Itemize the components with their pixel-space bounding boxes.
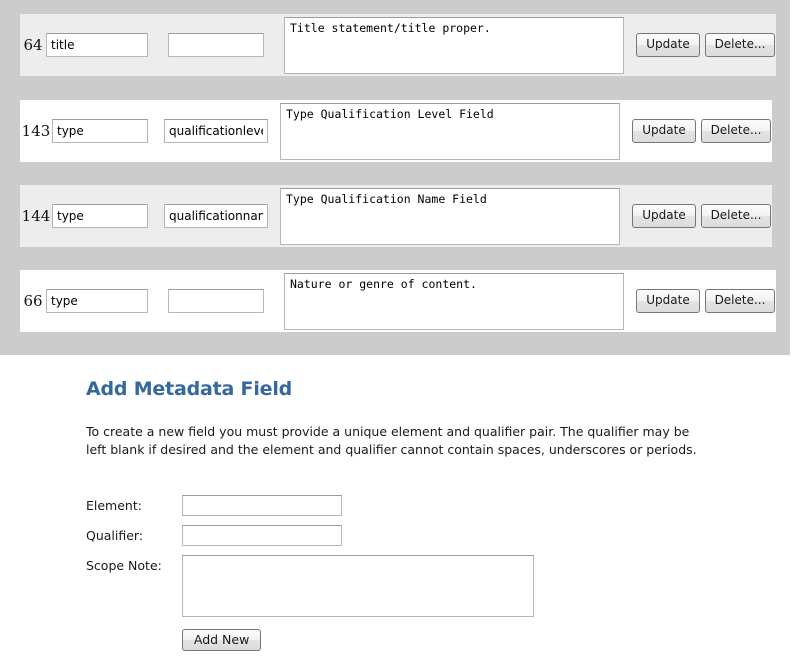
element-cell <box>52 185 164 247</box>
form-row-qualifier: Qualifier: <box>86 525 534 555</box>
add-new-button[interactable]: Add New <box>181 629 262 651</box>
qualifier-cell <box>168 14 284 76</box>
update-button[interactable]: Update <box>636 289 700 313</box>
element-cell <box>46 270 168 332</box>
submit-spacer <box>86 625 182 659</box>
field-id: 143 <box>20 100 52 162</box>
qualifier-input[interactable] <box>168 289 264 313</box>
scope-note-cell: Nature or genre of content. <box>284 270 632 332</box>
scope-note-textarea[interactable]: Type Qualification Name Field <box>280 187 620 245</box>
scope-note-cell: Type Qualification Level Field <box>280 100 628 162</box>
add-metadata-form: Element: Qualifier: Scope Note: Add New <box>86 495 534 659</box>
element-cell <box>46 14 168 76</box>
scope-note-label: Scope Note: <box>86 558 162 573</box>
form-row-submit: Add New <box>86 625 534 659</box>
element-label: Element: <box>86 498 142 513</box>
delete-cell: Delete... <box>700 100 772 162</box>
scope-note-cell: Title statement/title proper. <box>284 14 632 76</box>
table-row: 64 Title statement/title proper. UpdateDel… <box>20 14 776 76</box>
qualifier-cell <box>164 100 280 162</box>
qualifier-input[interactable] <box>181 525 342 546</box>
metadata-registry-band: 64Title statement/title proper.UpdateDel… <box>0 0 790 355</box>
update-cell: Update <box>628 185 700 247</box>
scope-note-textarea[interactable]: Type Qualification Level Field <box>280 102 620 160</box>
qualifier-input[interactable] <box>164 204 268 228</box>
element-cell <box>52 100 164 162</box>
field-id: 64 <box>20 14 46 76</box>
table-row: 143 Type Qualification Level Field UpdateD… <box>20 100 772 162</box>
scope-note-textarea[interactable]: Nature or genre of content. <box>284 272 624 330</box>
qualifier-cell <box>168 270 284 332</box>
qualifier-input[interactable] <box>168 33 264 57</box>
form-row-element: Element: <box>86 495 534 525</box>
element-field-cell <box>181 495 534 525</box>
element-input[interactable] <box>46 289 148 313</box>
scope-note-cell: Type Qualification Name Field <box>280 185 628 247</box>
table-row: 66 Nature or genre of content. UpdateDelet… <box>20 270 776 332</box>
element-input[interactable] <box>46 33 148 57</box>
qualifier-label: Qualifier: <box>86 528 144 543</box>
update-button[interactable]: Update <box>632 204 696 228</box>
submit-cell: Add New <box>181 625 534 659</box>
field-id: 66 <box>20 270 46 332</box>
update-button[interactable]: Update <box>632 119 696 143</box>
scope-note-field-cell <box>181 555 534 625</box>
update-cell: Update <box>628 100 700 162</box>
update-cell: Update <box>632 270 704 332</box>
delete-button[interactable]: Delete... <box>704 33 776 57</box>
delete-cell: Delete... <box>704 270 776 332</box>
qualifier-input[interactable] <box>164 119 268 143</box>
update-cell: Update <box>632 14 704 76</box>
table-row: 144 Type Qualification Name Field UpdateDe… <box>20 185 772 247</box>
add-metadata-field-section: Add Metadata Field To create a new field… <box>0 355 802 651</box>
delete-button[interactable]: Delete... <box>700 119 772 143</box>
field-id: 144 <box>20 185 52 247</box>
qualifier-cell <box>164 185 280 247</box>
scope-note-textarea[interactable] <box>181 555 534 617</box>
delete-button[interactable]: Delete... <box>704 289 776 313</box>
delete-cell: Delete... <box>704 14 776 76</box>
element-input[interactable] <box>52 204 148 228</box>
form-row-scope-note: Scope Note: <box>86 555 534 625</box>
page-title: Add Metadata Field <box>86 378 293 400</box>
delete-button[interactable]: Delete... <box>700 204 772 228</box>
section-description: To create a new field you must provide a… <box>86 424 697 457</box>
scope-note-textarea[interactable]: Title statement/title proper. <box>284 16 624 74</box>
update-button[interactable]: Update <box>636 33 700 57</box>
qualifier-field-cell <box>181 525 534 555</box>
element-input[interactable] <box>181 495 342 516</box>
element-input[interactable] <box>52 119 148 143</box>
delete-cell: Delete... <box>700 185 772 247</box>
